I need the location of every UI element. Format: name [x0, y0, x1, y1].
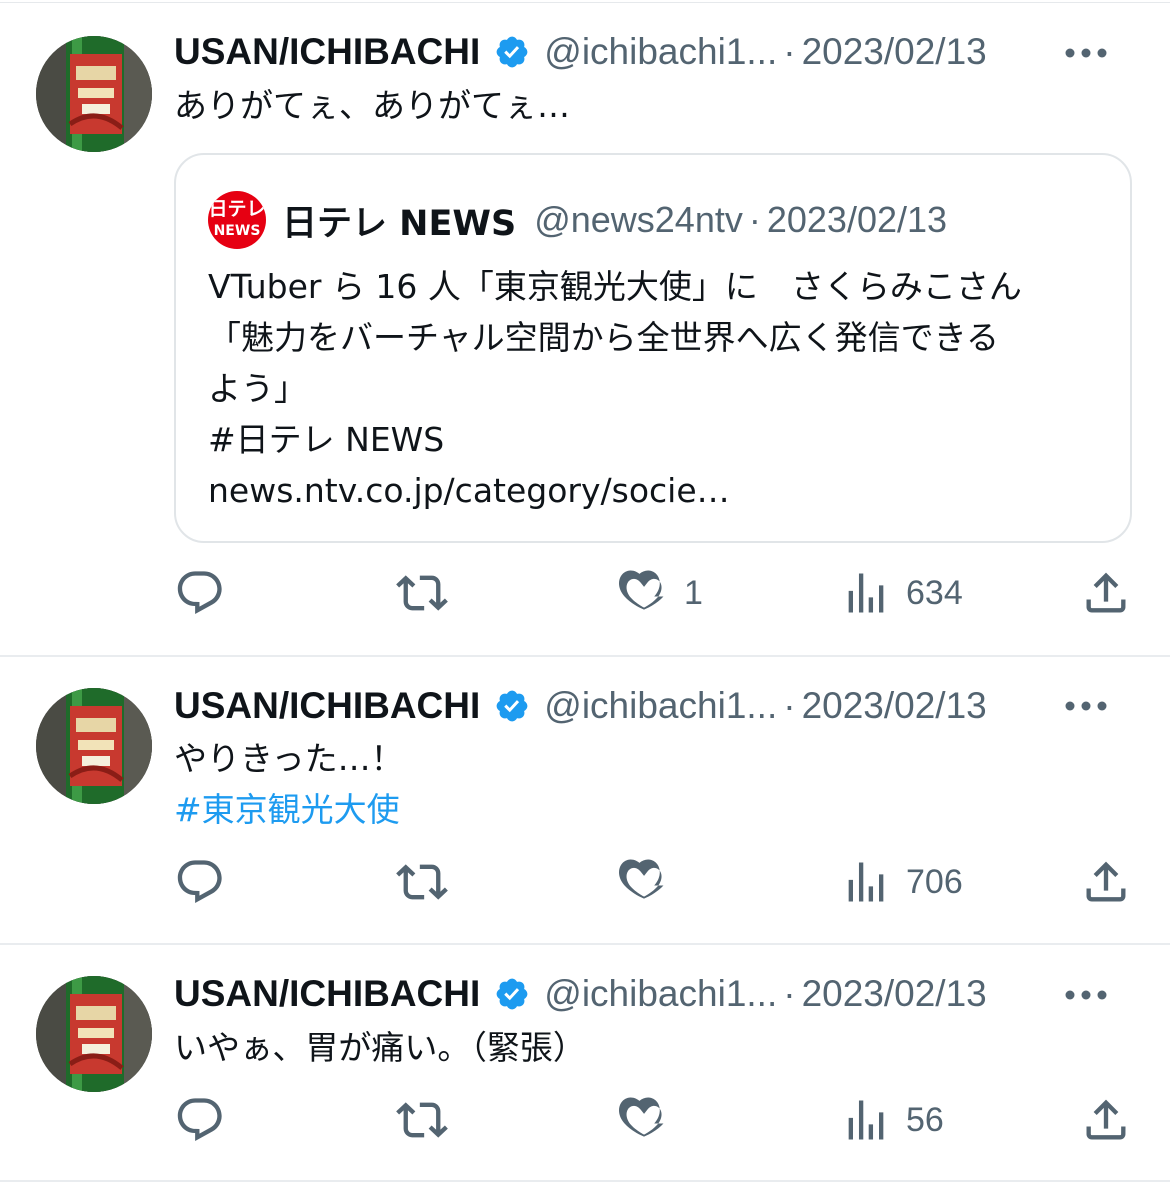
author-name[interactable]: USAN/ICHIBACHI	[174, 973, 480, 1015]
separator-dot: ·	[783, 685, 796, 726]
share-button[interactable]	[1080, 563, 1132, 623]
view-count: 634	[906, 573, 963, 612]
retweet-icon	[396, 575, 448, 611]
tweet-text: やりきった…！	[174, 739, 404, 778]
view-count: 56	[906, 1100, 944, 1139]
more-icon[interactable]	[1064, 700, 1108, 712]
retweet-icon	[396, 864, 448, 900]
avatar[interactable]	[36, 36, 152, 152]
tweet-date[interactable]: 2023/02/13	[802, 685, 987, 727]
retweet-button[interactable]	[396, 563, 448, 623]
views-icon	[848, 862, 884, 902]
tweet-text: ありがてぇ、ありがてぇ…	[174, 86, 570, 125]
tweet-divider	[0, 1180, 1170, 1182]
author-name[interactable]: USAN/ICHIBACHI	[174, 31, 480, 73]
ntv-logo-icon: 日テレ NEWS	[208, 191, 266, 249]
reply-button[interactable]	[174, 852, 226, 912]
avatar[interactable]	[36, 976, 152, 1092]
views-icon	[848, 573, 884, 613]
tweet-header: USAN/ICHIBACHI @ichibachi1... · 2023/02/…	[174, 28, 987, 76]
reply-icon	[177, 860, 222, 904]
retweet-button[interactable]	[396, 852, 448, 912]
reply-button[interactable]	[174, 563, 226, 623]
share-button[interactable]	[1080, 852, 1132, 912]
views-button[interactable]: 634	[840, 563, 963, 623]
share-button[interactable]	[1080, 1090, 1132, 1150]
verified-badge-icon	[496, 36, 528, 68]
like-button[interactable]	[618, 852, 684, 912]
avatar[interactable]	[36, 688, 152, 804]
separator-dot: ·	[748, 199, 761, 240]
avatar-bottle-image	[36, 36, 152, 152]
like-icon	[618, 1097, 664, 1137]
verified-badge-icon	[496, 978, 528, 1010]
like-icon	[618, 570, 664, 610]
hashtag-link[interactable]: #東京観光大使	[174, 784, 400, 836]
reply-icon	[177, 571, 222, 615]
share-icon	[1086, 861, 1126, 902]
avatar-bottle-image	[36, 976, 152, 1092]
tweet-date[interactable]: 2023/02/13	[802, 31, 987, 73]
like-icon	[618, 859, 664, 899]
view-count: 706	[906, 862, 963, 901]
quoted-tweet-date: 2023/02/13	[766, 199, 948, 240]
like-button[interactable]: 1	[618, 563, 703, 623]
share-icon	[1086, 1099, 1126, 1140]
reply-button[interactable]	[174, 1090, 226, 1150]
separator-dot: ·	[783, 973, 796, 1014]
share-icon	[1086, 572, 1126, 613]
quoted-author-name: 日テレ NEWS	[282, 203, 517, 244]
quoted-tweet-header: 日テレ NEWS 日テレ NEWS @news24ntv · 2023/02/1…	[208, 191, 948, 249]
tweet-divider	[0, 943, 1170, 945]
retweet-button[interactable]	[396, 1090, 448, 1150]
separator-dot: ·	[783, 31, 796, 72]
more-icon[interactable]	[1064, 47, 1108, 59]
tweet-actions: 1 634	[0, 563, 1170, 623]
tweet-text: いやぁ、胃が痛い。（緊張）	[174, 1028, 586, 1067]
retweet-icon	[396, 1102, 448, 1138]
more-icon[interactable]	[1064, 989, 1108, 1001]
like-button[interactable]	[618, 1090, 684, 1150]
top-divider	[0, 2, 1170, 3]
tweet-actions: 706	[0, 852, 1170, 912]
tweet-header: USAN/ICHIBACHI @ichibachi1... · 2023/02/…	[174, 682, 987, 730]
quoted-tweet[interactable]: 日テレ NEWS 日テレ NEWS @news24ntv · 2023/02/1…	[174, 153, 1132, 543]
tweet-date[interactable]: 2023/02/13	[802, 973, 987, 1015]
author-handle[interactable]: @ichibachi1...	[544, 31, 777, 73]
views-button[interactable]: 56	[840, 1090, 944, 1150]
author-name[interactable]: USAN/ICHIBACHI	[174, 685, 480, 727]
avatar-bottle-image	[36, 688, 152, 804]
views-button[interactable]: 706	[840, 852, 963, 912]
quoted-author-handle: @news24ntv	[534, 199, 743, 240]
quoted-tweet-text: VTuber ら 16 人「東京観光大使」に さくらみこさん 「魅力をバーチャル…	[208, 267, 1022, 510]
tweet-actions: 56	[0, 1090, 1170, 1150]
author-handle[interactable]: @ichibachi1...	[544, 685, 777, 727]
like-count: 1	[684, 573, 703, 612]
author-handle[interactable]: @ichibachi1...	[544, 973, 777, 1015]
verified-badge-icon	[496, 690, 528, 722]
views-icon	[848, 1100, 884, 1140]
tweet-header: USAN/ICHIBACHI @ichibachi1... · 2023/02/…	[174, 970, 987, 1018]
reply-icon	[177, 1098, 222, 1142]
tweet-divider	[0, 655, 1170, 657]
